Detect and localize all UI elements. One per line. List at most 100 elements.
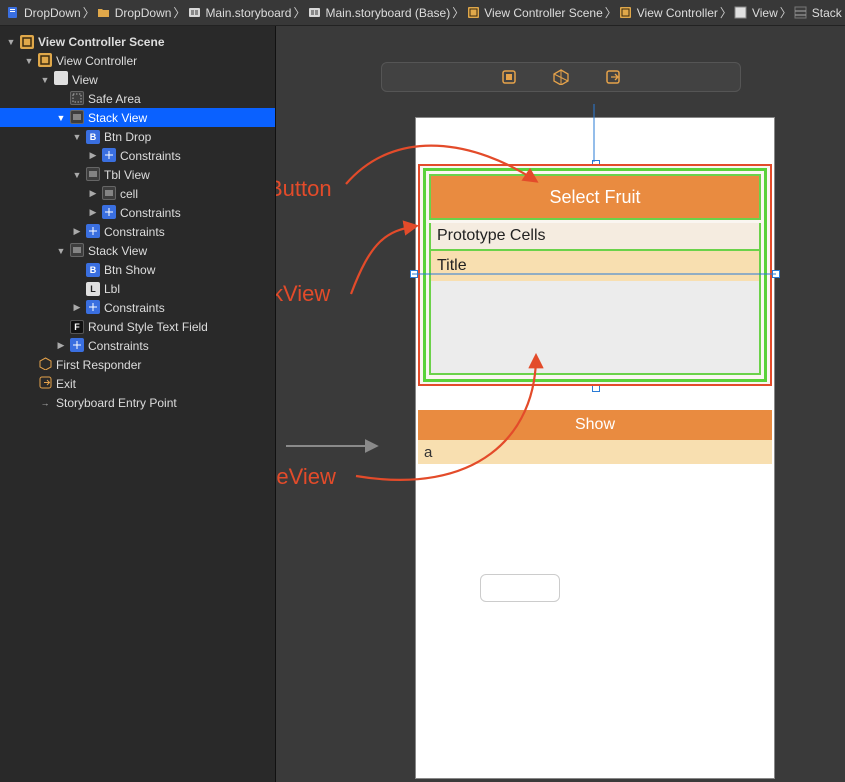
prototype-cell-title[interactable]: Title — [429, 251, 761, 281]
outline-row[interactable]: FRound Style Text Field — [0, 317, 275, 336]
breadcrumb-label: Main.storyboard — [205, 6, 291, 20]
stack-icon — [70, 243, 84, 258]
round-style-text-field[interactable] — [480, 574, 560, 602]
outline-label: Constraints — [88, 339, 271, 353]
cube-icon[interactable] — [552, 68, 570, 86]
disclosure-triangle — [24, 360, 34, 370]
outline-label: Round Style Text Field — [88, 320, 271, 334]
outline-label: Constraints — [104, 225, 271, 239]
outline-row[interactable]: ▼View — [0, 70, 275, 89]
btn-drop-label: Select Fruit — [549, 187, 640, 208]
breadcrumb-label: View — [752, 6, 778, 20]
breadcrumb-label: DropDown — [24, 6, 81, 20]
breadcrumb-item[interactable]: Main.storyboard (Base) — [306, 6, 453, 20]
lbl[interactable]: a — [418, 440, 772, 464]
outline-label: Stack View — [88, 111, 271, 125]
breadcrumb-separator: 〉 — [173, 4, 185, 21]
outline-row[interactable]: ▼Tbl View — [0, 165, 275, 184]
breadcrumb-label: Stack View — [812, 6, 845, 20]
resize-handle[interactable] — [772, 270, 780, 278]
view-controller-canvas[interactable]: Select Fruit Prototype Cells Title Show — [416, 118, 774, 778]
outline-row[interactable]: ▶ Constraints — [0, 146, 275, 165]
disclosure-triangle[interactable]: ▼ — [56, 113, 66, 123]
outline-row[interactable]: Safe Area — [0, 89, 275, 108]
outline-row[interactable]: ▼ Stack View — [0, 108, 275, 127]
storyboard-icon — [187, 6, 201, 20]
outline-row[interactable]: ▼BBtn Drop — [0, 127, 275, 146]
outline-row[interactable]: ▶ Constraints — [0, 336, 275, 355]
stack-view-2[interactable]: Show a — [418, 410, 772, 464]
breadcrumb-item[interactable]: View Controller Scene — [464, 6, 605, 20]
breadcrumb-item[interactable]: View — [732, 6, 780, 20]
outline-row[interactable]: ▶ cell — [0, 184, 275, 203]
btn-show[interactable]: Show — [418, 410, 772, 440]
outline-row[interactable]: ▼ Stack View — [0, 241, 275, 260]
interface-builder-canvas[interactable]: Select Fruit Prototype Cells Title Show — [276, 26, 845, 782]
breadcrumb-separator: 〉 — [780, 4, 792, 21]
outline-row[interactable]: →Storyboard Entry Point — [0, 393, 275, 412]
breadcrumb-separator: 〉 — [720, 4, 732, 21]
constr-icon — [102, 205, 116, 220]
breadcrumb-label: Main.storyboard (Base) — [326, 6, 451, 20]
disclosure-triangle[interactable]: ▼ — [40, 75, 50, 85]
breadcrumb-item[interactable]: Main.storyboard — [185, 6, 293, 20]
outline-row[interactable]: ▼View Controller — [0, 51, 275, 70]
breadcrumb-item[interactable]: View Controller — [617, 6, 720, 20]
btn-drop[interactable]: Select Fruit — [429, 174, 761, 220]
stack-view-inner[interactable]: Select Fruit Prototype Cells Title — [423, 168, 767, 382]
disclosure-triangle — [56, 94, 66, 104]
disclosure-triangle[interactable]: ▶ — [72, 303, 82, 313]
annotation-uistackview: UIStackView — [276, 281, 330, 307]
scene-icon — [22, 37, 32, 47]
outline-row[interactable]: LLbl — [0, 279, 275, 298]
outline-label: Stack View — [88, 244, 271, 258]
stack-icon — [86, 167, 100, 182]
disclosure-triangle[interactable]: ▼ — [24, 56, 34, 66]
breadcrumb-item[interactable]: Stack View — [792, 6, 845, 20]
disclosure-triangle[interactable]: ▶ — [88, 189, 98, 199]
disclosure-triangle — [24, 398, 34, 408]
breadcrumb-label: View Controller Scene — [484, 6, 603, 20]
prototype-cells-header: Prototype Cells — [429, 223, 761, 251]
outline-label: Constraints — [120, 206, 271, 220]
resize-handle[interactable] — [410, 270, 418, 278]
disclosure-triangle[interactable]: ▶ — [56, 341, 66, 351]
document-outline: ▼ View Controller Scene ▼View Controller… — [0, 26, 276, 782]
breadcrumb-item[interactable]: DropDown — [4, 6, 83, 20]
stack-view-outer[interactable]: Select Fruit Prototype Cells Title — [418, 164, 772, 386]
disclosure-triangle[interactable]: ▼ — [56, 246, 66, 256]
annotation-uitableview: UITableView — [276, 464, 336, 490]
outline-row[interactable]: ▶ Constraints — [0, 203, 275, 222]
breadcrumb-separator: 〉 — [83, 4, 95, 21]
safe-icon — [70, 91, 84, 106]
stack-icon — [102, 186, 116, 201]
breadcrumb-item[interactable]: DropDown — [95, 6, 174, 20]
table-view-body[interactable] — [429, 281, 761, 375]
folder-icon — [97, 6, 111, 20]
outline-label: Constraints — [120, 149, 271, 163]
disclosure-triangle[interactable]: ▶ — [72, 227, 82, 237]
outline-row[interactable]: ▶ Constraints — [0, 298, 275, 317]
outline-row[interactable]: First Responder — [0, 355, 275, 374]
outline-row[interactable]: Exit — [0, 374, 275, 393]
constr-icon — [102, 148, 116, 163]
outline-label: Exit — [56, 377, 271, 391]
disclosure-triangle[interactable]: ▼ — [72, 170, 82, 180]
constr-icon — [70, 338, 84, 353]
outline-label: cell — [120, 187, 271, 201]
exit-icon[interactable] — [604, 68, 622, 86]
disclosure-triangle[interactable]: ▶ — [88, 151, 98, 161]
outline-header[interactable]: View Controller Scene — [38, 35, 271, 49]
b-icon: B — [86, 129, 100, 144]
disclosure-triangle[interactable]: ▼ — [72, 132, 82, 142]
disclosure-triangle[interactable]: ▶ — [88, 208, 98, 218]
scene-icon — [466, 6, 480, 20]
annotation-uibutton: UIButton — [276, 176, 332, 202]
b-icon: B — [86, 262, 100, 277]
outline-row[interactable]: BBtn Show — [0, 260, 275, 279]
cube-icon — [38, 356, 52, 373]
scene-chip-icon[interactable] — [500, 68, 518, 86]
outline-row[interactable]: ▶ Constraints — [0, 222, 275, 241]
disclosure-triangle[interactable]: ▼ — [6, 37, 16, 47]
outline-label: Constraints — [104, 301, 271, 315]
